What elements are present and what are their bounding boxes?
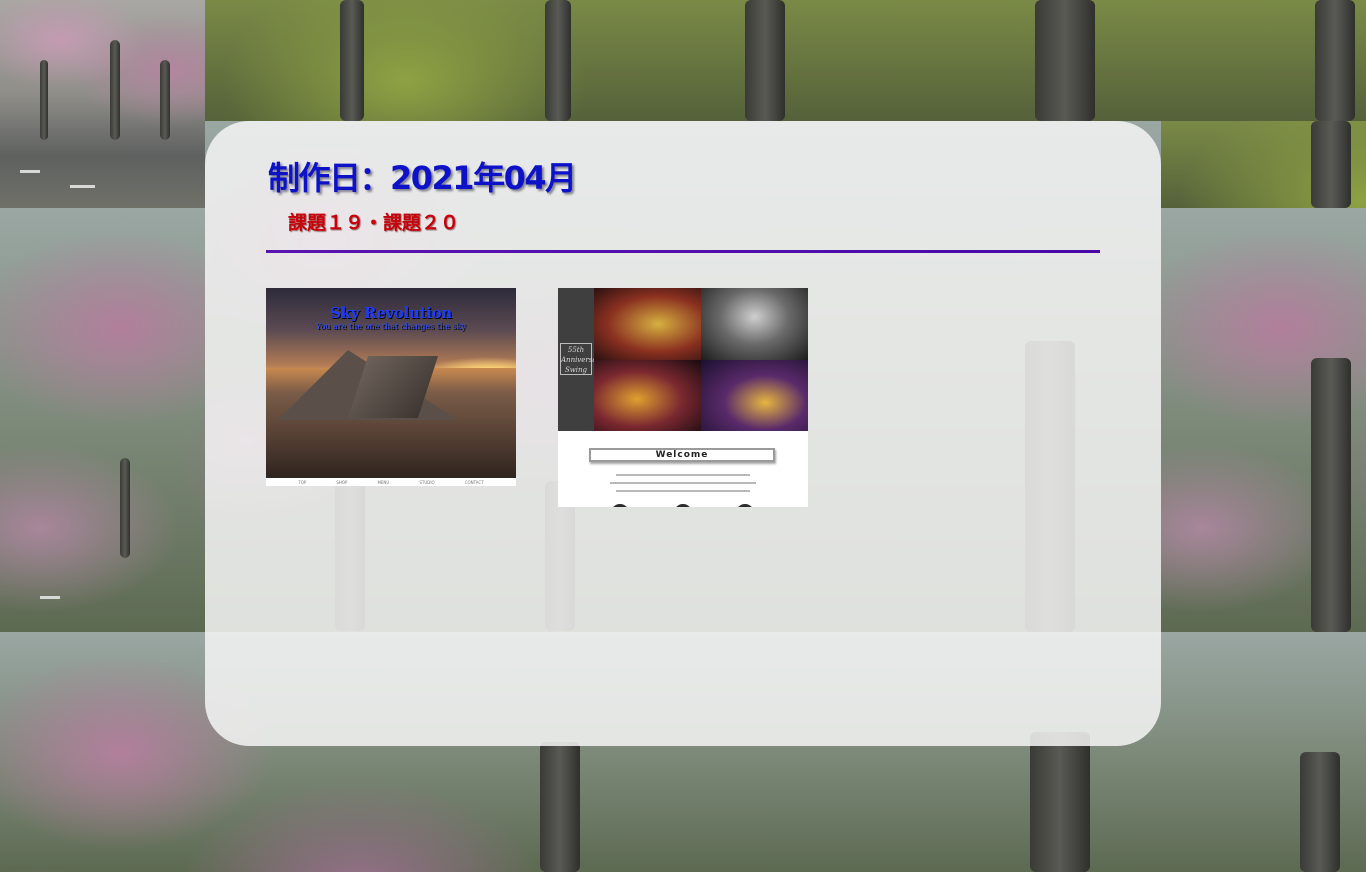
saxophone-image <box>594 359 701 431</box>
thumbnail-nav-item: TOP <box>298 479 307 485</box>
thumbnail-title: Sky Revolution <box>330 304 452 322</box>
thumbnail-nav-item: CONTACT <box>464 479 484 485</box>
circle-icon <box>674 504 692 507</box>
saxophone-photos <box>594 288 808 431</box>
divider <box>266 250 1100 253</box>
circle-icon <box>611 504 629 507</box>
thumbnail-nav-item: SHOP <box>336 479 348 485</box>
thumbnail-sidebar: 55th Anniversary Swing <box>558 288 604 431</box>
background-tile <box>1161 121 1366 208</box>
creation-date-heading: 制作日：2021年04月 <box>268 159 577 197</box>
thumbnail-nav: TOP SHOP MENU STUDIO CONTACT <box>266 478 516 486</box>
thumbnail-tagline: You are the one that changes the sky <box>316 322 466 331</box>
work-thumbnail-swing[interactable]: 55th Anniversary Swing Welcome <box>558 288 808 507</box>
background-tile <box>205 0 1366 121</box>
background-tile <box>0 208 205 632</box>
welcome-banner: Welcome <box>589 448 775 462</box>
works-card: 制作日：2021年04月 課題１９・課題２０ Sky Revolution Yo… <box>205 121 1161 746</box>
thumbnail-nav-item: STUDIO <box>419 479 435 485</box>
saxophone-image <box>701 359 808 431</box>
saxophone-image <box>594 288 701 360</box>
circle-icon <box>736 504 754 507</box>
background-tile <box>0 0 205 208</box>
assignment-subtitle: 課題１９・課題２０ <box>288 212 460 234</box>
swing-logo: 55th Anniversary Swing <box>560 343 604 375</box>
work-thumbnail-sky-revolution[interactable]: Sky Revolution You are the one that chan… <box>266 288 516 486</box>
saxophone-image <box>701 288 808 360</box>
background-tile <box>1161 208 1366 632</box>
thumbnail-nav-item: MENU <box>377 479 390 485</box>
